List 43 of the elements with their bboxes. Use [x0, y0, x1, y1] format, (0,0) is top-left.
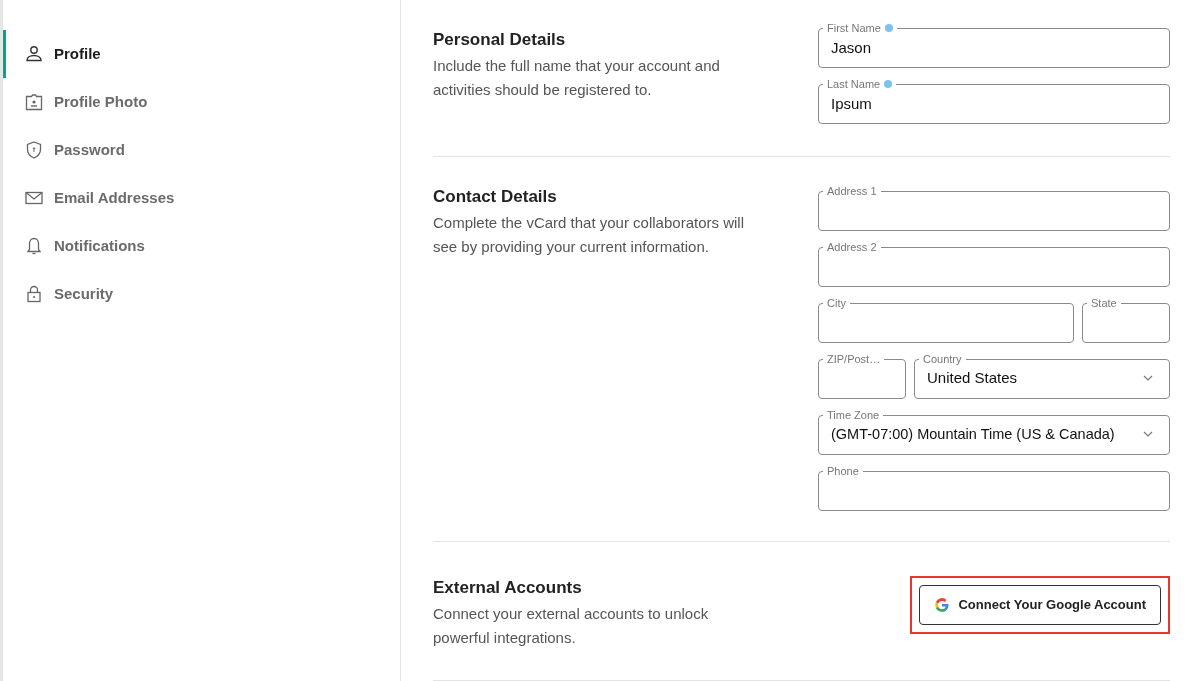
field-label: First Name [827, 22, 881, 34]
input-field[interactable]: Jason [831, 34, 1157, 60]
text-field[interactable]: State [1082, 297, 1170, 343]
field-label: Phone [827, 465, 859, 477]
text-field[interactable]: Address 2 [818, 241, 1170, 287]
sidebar-item[interactable]: Profile [3, 30, 400, 78]
lock-icon [24, 284, 44, 304]
section-description: Connect your external accounts to unlock powerful integrations. [433, 604, 710, 649]
text-field[interactable]: City [818, 297, 1074, 343]
section-description: Include the full name that your account and activities should be registered to. [433, 56, 721, 101]
chevron-down-icon [1143, 375, 1153, 381]
section-title: Personal Details [433, 30, 567, 51]
sidebar-item[interactable]: Email Addresses [3, 174, 400, 222]
connect-google-button[interactable]: Connect Your Google Account [919, 585, 1161, 625]
id-card-icon [24, 92, 44, 112]
input-field[interactable]: Ipsum [831, 90, 1157, 116]
section-title: Contact Details [433, 187, 558, 208]
sidebar-item[interactable]: Notifications [3, 222, 400, 270]
google-g-icon [934, 596, 951, 613]
text-field[interactable]: ZIP/Post… [818, 353, 906, 399]
field-label: Address 2 [827, 241, 877, 253]
field-label: City [827, 297, 846, 309]
sidebar-item[interactable]: Password [3, 126, 400, 174]
shield-icon [24, 140, 44, 160]
bell-icon [24, 236, 44, 256]
chevron-down-icon [1143, 431, 1153, 437]
text-field[interactable]: Phone [818, 465, 1170, 511]
text-field[interactable]: Address 1 [818, 185, 1170, 231]
select-field[interactable]: United States [927, 365, 1157, 391]
section-title: External Accounts [433, 578, 583, 599]
field-label: Address 1 [827, 185, 877, 197]
field-label: ZIP/Post… [827, 353, 881, 365]
text-field[interactable]: Last Name Ipsum [818, 78, 1170, 124]
person-icon [24, 44, 44, 64]
sidebar-item[interactable]: Profile Photo [3, 78, 400, 126]
field-label: Country [923, 353, 962, 365]
select-field[interactable]: (GMT-07:00) Mountain Time (US & Canada) [831, 421, 1157, 447]
text-field[interactable]: First Name Jason [818, 22, 1170, 68]
field-label: Time Zone [827, 409, 880, 421]
section-description: Complete the vCard that your collaborators will see by providing your current information. [433, 213, 745, 258]
field-label: Last Name [827, 78, 881, 90]
sidebar-item[interactable]: Security [3, 270, 400, 318]
field-label: State [1091, 297, 1117, 309]
